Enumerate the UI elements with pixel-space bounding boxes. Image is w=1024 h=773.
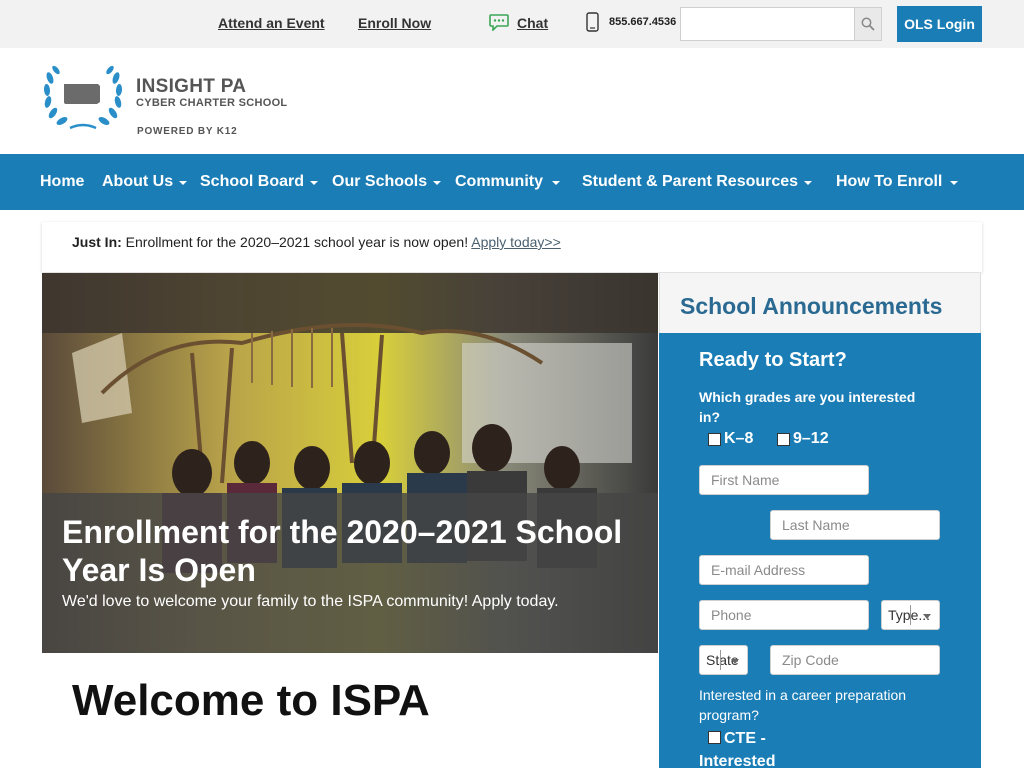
just-in-label: Just In: bbox=[72, 234, 122, 250]
nav-item-home[interactable]: Home bbox=[40, 173, 84, 191]
apply-today-link[interactable]: Apply today>> bbox=[471, 234, 561, 250]
nav-item-our-schools[interactable]: Our Schools bbox=[332, 173, 442, 191]
chat-bubble-icon bbox=[489, 14, 509, 31]
welcome-heading: Welcome to ISPA bbox=[72, 676, 430, 725]
caret-down-icon bbox=[552, 181, 560, 185]
nav-item-community[interactable]: Community bbox=[455, 173, 560, 191]
grade-k8-label: K–8 bbox=[724, 430, 754, 447]
nav-item-how-to-enroll[interactable]: How To Enroll bbox=[836, 173, 959, 191]
nav-label: How To Enroll bbox=[836, 173, 943, 190]
caret-down-icon bbox=[310, 181, 319, 185]
search-input[interactable] bbox=[680, 7, 855, 41]
phone-field[interactable]: Phone bbox=[699, 600, 869, 630]
laurel-emblem-icon bbox=[43, 65, 123, 130]
nav-label: About Us bbox=[102, 173, 174, 190]
caret-down-icon bbox=[433, 181, 442, 185]
announcements-heading[interactable]: School Announcements bbox=[659, 273, 981, 333]
nav-label: Student & Parent Resources bbox=[582, 173, 799, 190]
cte-label: CTE - Interested bbox=[699, 730, 776, 770]
grade-9-12-checkbox[interactable] bbox=[777, 433, 790, 446]
caret-down-icon bbox=[804, 181, 813, 185]
logo-subtitle: CYBER CHARTER SCHOOL bbox=[136, 97, 288, 109]
phone-number: 855.667.4536 bbox=[609, 16, 677, 28]
phone-type-select[interactable]: Type... bbox=[881, 600, 940, 630]
enrollment-form: Ready to Start? Which grades are you int… bbox=[659, 333, 981, 770]
search-button[interactable] bbox=[854, 7, 882, 41]
grade-9-12-label: 9–12 bbox=[793, 430, 829, 447]
logo-powered-by: POWERED BY K12 bbox=[137, 126, 238, 137]
utility-bar: Attend an Event Enroll Now Chat 855.667.… bbox=[0, 0, 1024, 48]
school-logo[interactable]: INSIGHT PA CYBER CHARTER SCHOOL POWERED … bbox=[42, 62, 302, 144]
state-select[interactable]: State bbox=[699, 645, 748, 675]
last-name-field[interactable]: Last Name bbox=[770, 510, 940, 540]
nav-label: Our Schools bbox=[332, 173, 428, 190]
select-divider bbox=[910, 605, 911, 625]
just-in-banner: Just In: Enrollment for the 2020–2021 sc… bbox=[42, 222, 982, 272]
hero-caption: Enrollment for the 2020–2021 School Year… bbox=[42, 493, 658, 653]
nav-label: Home bbox=[40, 173, 85, 190]
search-icon bbox=[861, 17, 875, 31]
just-in-text: Enrollment for the 2020–2021 school year… bbox=[125, 234, 469, 250]
zip-code-field[interactable]: Zip Code bbox=[770, 645, 940, 675]
grades-question: Which grades are you interested in? bbox=[699, 389, 916, 425]
attend-event-link[interactable]: Attend an Event bbox=[218, 15, 325, 31]
chevron-down-icon bbox=[731, 659, 739, 664]
hero-title: Enrollment for the 2020–2021 School Year… bbox=[62, 514, 623, 588]
chevron-down-icon bbox=[923, 614, 931, 619]
first-name-field[interactable]: First Name bbox=[699, 465, 869, 495]
hero-subtitle: We'd love to welcome your family to the … bbox=[62, 593, 559, 610]
chat-link[interactable]: Chat bbox=[489, 14, 548, 31]
phone-contact[interactable]: 855.667.4536 bbox=[586, 12, 676, 32]
career-question: Interested in a career preparation progr… bbox=[699, 687, 907, 723]
form-title: Ready to Start? bbox=[699, 349, 847, 371]
email-field[interactable]: E-mail Address bbox=[699, 555, 869, 585]
nav-label: School Board bbox=[200, 173, 305, 190]
nav-item-school-board[interactable]: School Board bbox=[200, 173, 319, 191]
caret-down-icon bbox=[950, 181, 959, 185]
ols-login-button[interactable]: OLS Login bbox=[897, 6, 982, 42]
enroll-now-link[interactable]: Enroll Now bbox=[358, 15, 431, 31]
nav-label: Community bbox=[455, 173, 543, 190]
select-divider bbox=[720, 650, 721, 670]
chat-label[interactable]: Chat bbox=[517, 15, 548, 31]
mobile-phone-icon bbox=[586, 12, 599, 32]
caret-down-icon bbox=[179, 181, 188, 185]
nav-item-about-us[interactable]: About Us bbox=[102, 173, 188, 191]
nav-item-student-parent-resources[interactable]: Student & Parent Resources bbox=[582, 173, 813, 191]
main-nav: Home About Us School Board Our Schools C… bbox=[0, 154, 1024, 210]
grade-k8-checkbox[interactable] bbox=[708, 433, 721, 446]
logo-school-name: INSIGHT PA bbox=[136, 76, 247, 97]
hero-banner[interactable]: Enrollment for the 2020–2021 School Year… bbox=[42, 273, 658, 653]
